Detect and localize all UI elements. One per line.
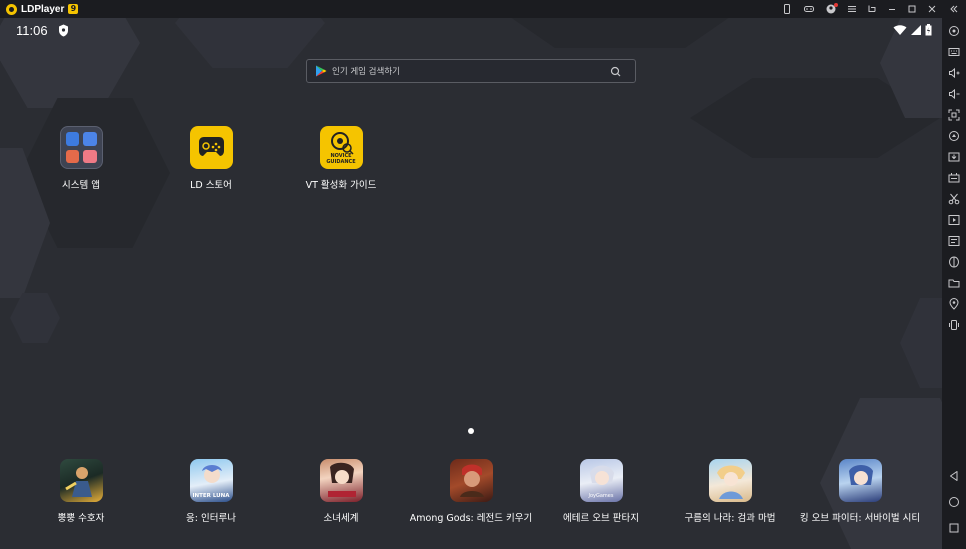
icon-caption: NOVICE GUIDANCE (326, 153, 356, 165)
app-label: 뿡뿡 수호자 (57, 513, 105, 524)
record-icon[interactable] (942, 211, 966, 229)
minimize-icon[interactable] (882, 0, 902, 18)
version-badge: 9 (68, 4, 79, 14)
shield-icon (59, 24, 68, 37)
app-label: 킹 오브 파이터: 서바이벌 시티 (799, 513, 921, 524)
app-label: 소녀세계 (323, 513, 359, 524)
title-bar: LDPlayer 9 (0, 0, 966, 18)
dock-app[interactable]: 구름의 나라: 검과 마법 (665, 459, 795, 524)
brand: LDPlayer 9 (0, 3, 79, 15)
background-hexagon (10, 293, 60, 343)
settings-icon[interactable] (942, 22, 966, 40)
volume-up-icon[interactable] (942, 64, 966, 82)
dock-app[interactable]: Among Gods: 레전드 키우기 (406, 459, 536, 524)
signal-icon (911, 25, 921, 35)
dock-app[interactable]: 뿡뿡 수호자 (16, 459, 146, 524)
status-icons (893, 24, 932, 36)
operation-icon[interactable] (942, 232, 966, 250)
ld-store-gamepad-icon (189, 126, 233, 169)
rotate-icon[interactable] (942, 253, 966, 271)
ldplayer-logo-icon (6, 3, 17, 15)
maximize-icon[interactable] (902, 0, 922, 18)
status-bar: 11:06 (0, 18, 942, 44)
game-icon: INTER LUNA (189, 459, 233, 502)
app-name: LDPlayer (21, 3, 65, 15)
android-screen: 11:06 인기 게임 검색하기 시스템 앱 LD 스토어 NOVICE GUI… (0, 18, 942, 549)
volume-down-icon[interactable] (942, 85, 966, 103)
keyboard-icon[interactable] (942, 43, 966, 61)
menu-icon[interactable] (842, 0, 862, 18)
system-apps-folder-icon (59, 126, 103, 169)
dock-app[interactable]: JoyGames 에테르 오브 판타지 (536, 459, 666, 524)
game-icon (838, 459, 882, 502)
game-icon (59, 459, 103, 502)
restore-icon[interactable] (862, 0, 882, 18)
dock-app[interactable]: 소녀세계 (276, 459, 406, 524)
app-label: 구름의 나라: 검과 마법 (684, 513, 776, 524)
page-indicator[interactable] (468, 428, 474, 434)
icon-caption: INTER LUNA (192, 493, 230, 499)
phone-icon[interactable] (776, 0, 798, 18)
novice-guidance-icon: NOVICE GUIDANCE (319, 126, 363, 169)
search-icon[interactable] (610, 66, 621, 77)
app-vt-guide[interactable]: NOVICE GUIDANCE VT 활성화 가이드 (276, 126, 406, 191)
notification-dot (834, 3, 838, 7)
app-label: 시스템 앱 (62, 180, 100, 191)
icon-caption: JoyGames (588, 493, 614, 499)
game-icon (319, 459, 363, 502)
multi-instance-icon[interactable] (942, 169, 966, 187)
tool-sidebar (942, 18, 966, 549)
collapse-sidebar-icon[interactable] (942, 0, 966, 18)
shake-icon[interactable] (942, 316, 966, 334)
background-hexagon (900, 298, 942, 388)
app-label: VT 활성화 가이드 (305, 180, 377, 191)
recents-icon[interactable] (942, 519, 966, 537)
home-icon[interactable] (942, 493, 966, 511)
dock-app[interactable]: INTER LUNA 응: 인터루나 (146, 459, 276, 524)
app-label: Among Gods: 레전드 키우기 (409, 513, 533, 524)
account-icon[interactable] (820, 0, 842, 18)
apk-install-icon[interactable] (942, 148, 966, 166)
search-placeholder: 인기 게임 검색하기 (332, 67, 400, 77)
scissors-icon[interactable] (942, 190, 966, 208)
app-ld-store[interactable]: LD 스토어 (146, 126, 276, 191)
ldplayer-window: LDPlayer 9 11:06 인기 게임 검색하기 시스템 앱 LD 스토어… (0, 0, 966, 549)
clock: 11:06 (16, 23, 48, 38)
screenshot-icon[interactable] (942, 106, 966, 124)
gamepad-icon[interactable] (798, 0, 820, 18)
dock-app[interactable]: 킹 오브 파이터: 서바이벌 시티 (795, 459, 925, 524)
game-icon (449, 459, 493, 502)
folder-icon[interactable] (942, 274, 966, 292)
google-play-icon (316, 65, 327, 77)
close-icon[interactable] (922, 0, 942, 18)
wifi-icon (893, 25, 907, 35)
search-bar[interactable]: 인기 게임 검색하기 (306, 59, 636, 83)
game-icon: JoyGames (579, 459, 623, 502)
game-icon (708, 459, 752, 502)
title-controls (776, 0, 966, 18)
app-label: LD 스토어 (190, 180, 232, 191)
app-system-apps[interactable]: 시스템 앱 (16, 126, 146, 191)
back-icon[interactable] (942, 467, 966, 485)
sync-icon[interactable] (942, 127, 966, 145)
app-label: 에테르 오브 판타지 (563, 513, 639, 524)
location-icon[interactable] (942, 295, 966, 313)
app-label: 응: 인터루나 (186, 513, 236, 524)
battery-charging-icon (925, 24, 932, 36)
